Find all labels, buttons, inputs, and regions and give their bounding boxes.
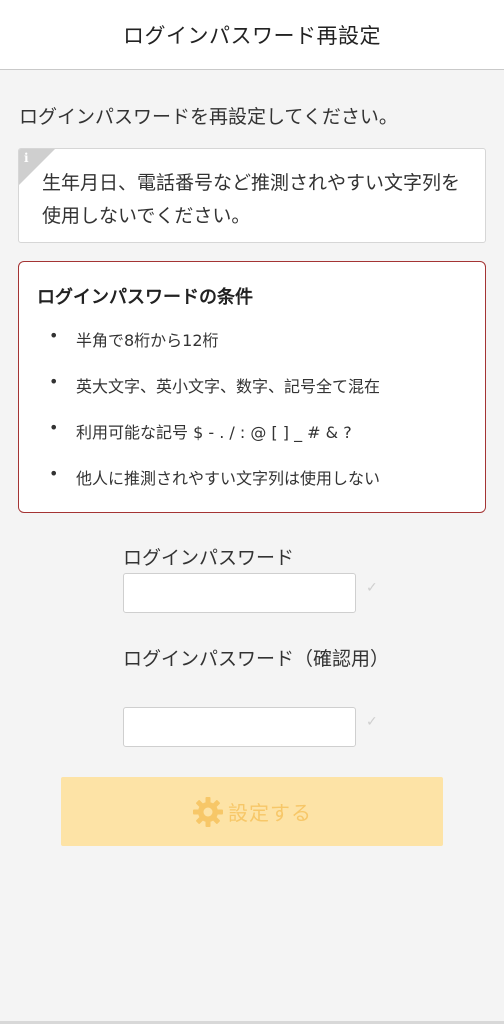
confirm-password-input[interactable]: [123, 707, 356, 747]
condition-text: 半角で8桁から12桁: [76, 331, 219, 350]
bullet: •: [49, 372, 59, 391]
info-notice: i 生年月日、電話番号など推測されやすい文字列を使用しないでください。: [18, 148, 486, 243]
info-glyph: i: [24, 151, 29, 165]
bullet: •: [49, 418, 59, 437]
conditions-list: • 半角で8桁から12桁 • 英大文字、英小文字、数字、記号全て混在 • 利用可…: [19, 326, 485, 511]
password-check-icon: ✓: [366, 580, 378, 596]
condition-text: 英大文字、英小文字、数字、記号全て混在: [76, 377, 381, 396]
condition-item: • 他人に推測されやすい文字列は使用しない: [19, 464, 485, 511]
condition-text: 他人に推測されやすい文字列は使用しない: [76, 469, 381, 488]
bullet: •: [49, 326, 59, 345]
condition-item: • 半角で8桁から12桁: [19, 326, 485, 373]
bullet: •: [49, 464, 59, 483]
password-input[interactable]: [123, 573, 356, 613]
password-conditions-box: ログインパスワードの条件 • 半角で8桁から12桁 • 英大文字、英小文字、数字…: [18, 261, 486, 513]
condition-text: 利用可能な記号 $ - . / : @ [ ] _ # & ?: [76, 423, 352, 442]
condition-item: • 利用可能な記号 $ - . / : @ [ ] _ # & ?: [19, 418, 485, 465]
info-text: 生年月日、電話番号など推測されやすい文字列を使用しないでください。: [42, 172, 461, 227]
conditions-title: ログインパスワードの条件: [37, 287, 253, 308]
submit-button[interactable]: 設定する: [61, 777, 443, 846]
password-label: ログインパスワード: [123, 547, 295, 569]
confirm-check-icon: ✓: [366, 714, 378, 730]
page-title: ログインパスワード再設定: [123, 23, 381, 48]
intro-text: ログインパスワードを再設定してください。: [19, 106, 398, 128]
gear-icon: [193, 796, 223, 827]
condition-item: • 英大文字、英小文字、数字、記号全て混在: [19, 372, 485, 419]
confirm-password-label: ログインパスワード（確認用）: [123, 648, 390, 670]
submit-label: 設定する: [228, 801, 312, 825]
header-bar: ログインパスワード再設定: [0, 0, 504, 70]
